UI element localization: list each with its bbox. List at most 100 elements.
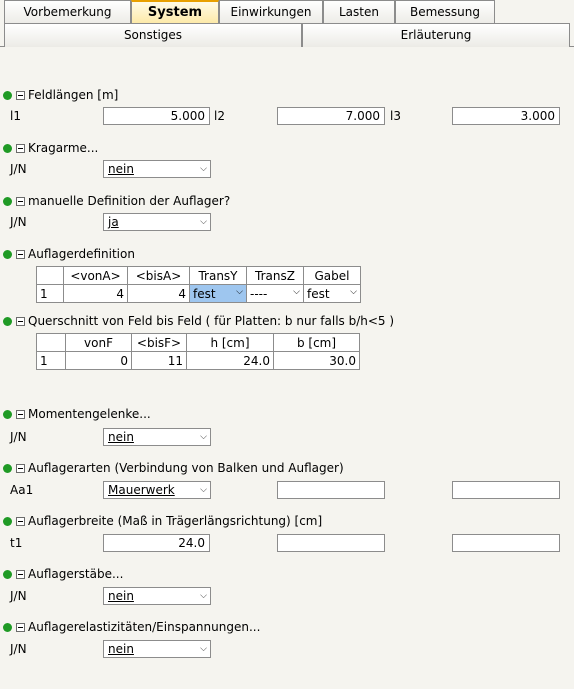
bisf-cell[interactable]: 11 [131,351,187,370]
col-bisf[interactable]: <bisF> [131,333,187,352]
kragarme-jn-label: J/N [10,162,27,176]
l1-label: l1 [10,109,21,123]
b-cell[interactable]: 30.0 [273,351,360,370]
chevron-down-icon[interactable]: ⌵ [200,641,207,657]
green-dot-icon [3,197,12,206]
h-cell[interactable]: 24.0 [186,351,274,370]
momentengelenke-value: nein [108,430,134,444]
col-gabel[interactable]: Gabel [303,266,361,285]
aa3-field[interactable] [452,481,560,499]
querschnitt-table: vonF <bisF> h [cm] b [cm] 1 0 11 24.0 30… [36,333,360,370]
group-title: Auflagerdefinition [28,247,135,261]
aa1-label: Aa1 [10,483,34,497]
green-dot-icon [3,144,12,153]
l2-label: l2 [214,109,225,123]
chevron-down-icon[interactable]: ⌵ [200,161,207,177]
kragarme-value: nein [108,162,134,176]
vonf-cell[interactable]: 0 [65,351,132,370]
auflagerarten-value: Mauerwerk [108,483,175,497]
vona-cell[interactable]: 4 [63,284,128,303]
chevron-down-icon[interactable]: ⌵ [293,287,300,297]
collapse-icon[interactable] [16,517,25,526]
tab-bar-primary: Vorbemerkung System Einwirkungen Lasten … [0,0,574,24]
chevron-down-icon[interactable]: ⌵ [200,588,207,604]
transz-cell[interactable]: ---- ⌵ [246,284,304,303]
bisa-cell[interactable]: 4 [127,284,190,303]
green-dot-icon [3,410,12,419]
auflagerelast-value: nein [108,642,134,656]
chevron-down-icon[interactable]: ⌵ [350,287,357,297]
auflagerstaebe-jn-label: J/N [10,589,27,603]
collapse-icon[interactable] [16,144,25,153]
tab-einwirkungen[interactable]: Einwirkungen [219,0,323,24]
t1-field[interactable]: 24.0 [103,534,210,552]
group-title: Auflagerelastizitäten/Einspannungen... [28,620,261,634]
green-dot-icon [3,517,12,526]
green-dot-icon [3,464,12,473]
manuelle-select[interactable]: ja ⌵ [103,213,211,231]
auflagerelast-select[interactable]: nein ⌵ [103,640,211,658]
col-bisa[interactable]: <bisA> [127,266,190,285]
green-dot-icon [3,317,12,326]
group-title: Auflagerstäbe... [28,567,124,581]
kragarme-select[interactable]: nein ⌵ [103,160,211,178]
group-title: Querschnitt von Feld bis Feld ( für Plat… [28,314,395,328]
auflagerarten-select[interactable]: Mauerwerk ⌵ [103,481,211,499]
l1-field[interactable]: 5.000 [103,107,210,125]
chevron-down-icon[interactable]: ⌵ [236,287,243,297]
collapse-icon[interactable] [16,91,25,100]
momentengelenke-select[interactable]: nein ⌵ [103,428,211,446]
collapse-icon[interactable] [16,623,25,632]
transy-cell[interactable]: fest ⌵ [189,284,247,303]
chevron-down-icon[interactable]: ⌵ [200,482,207,498]
group-title: Feldlängen [m] [28,88,119,102]
tab-bar-secondary: Sonstiges Erläuterung [0,23,574,47]
t1-label: t1 [10,536,23,550]
green-dot-icon [3,623,12,632]
collapse-icon[interactable] [16,464,25,473]
group-title: manuelle Definition der Auflager? [28,194,231,208]
auflagerstaebe-select[interactable]: nein ⌵ [103,587,211,605]
gabel-value: fest [307,286,330,301]
col-h[interactable]: h [cm] [186,333,274,352]
l3-field[interactable]: 3.000 [452,107,560,125]
table-row: 1 4 4 fest ⌵ ---- ⌵ fest ⌵ [36,284,361,303]
green-dot-icon [3,250,12,259]
col-transz[interactable]: TransZ [246,266,304,285]
tab-sonstiges[interactable]: Sonstiges [4,23,302,47]
gabel-cell[interactable]: fest ⌵ [303,284,361,303]
corner-cell [36,266,64,285]
table-header-row: vonF <bisF> h [cm] b [cm] [36,333,360,352]
tab-system[interactable]: System [131,0,219,24]
chevron-down-icon[interactable]: ⌵ [200,214,207,230]
collapse-icon[interactable] [16,317,25,326]
aa2-field[interactable] [277,481,385,499]
chevron-down-icon[interactable]: ⌵ [200,429,207,445]
l3-label: l3 [390,109,401,123]
auflager-table: <vonA> <bisA> TransY TransZ Gabel 1 4 4 … [36,266,361,303]
group-title: Auflagerbreite (Maß in Trägerlängsrichtu… [28,514,323,528]
tab-bemessung[interactable]: Bemessung [395,0,495,24]
t2-field[interactable] [277,534,385,552]
t3-field[interactable] [452,534,560,552]
collapse-icon[interactable] [16,410,25,419]
group-title: Auflagerarten (Verbindung von Balken und… [28,461,344,475]
col-b[interactable]: b [cm] [273,333,360,352]
green-dot-icon [3,91,12,100]
col-transy[interactable]: TransY [189,266,247,285]
row-index: 1 [36,351,66,370]
momentengelenke-jn-label: J/N [10,430,27,444]
l2-field[interactable]: 7.000 [277,107,385,125]
col-vonf[interactable]: vonF [65,333,132,352]
collapse-icon[interactable] [16,250,25,259]
manuelle-jn-label: J/N [10,215,27,229]
row-index: 1 [36,284,64,303]
transy-value: fest [193,286,216,301]
tab-vorbemerkung[interactable]: Vorbemerkung [4,0,131,24]
collapse-icon[interactable] [16,570,25,579]
col-vona[interactable]: <vonA> [63,266,128,285]
tab-erlaeuterung[interactable]: Erläuterung [302,23,570,47]
collapse-icon[interactable] [16,197,25,206]
group-title: Kragarme... [28,141,99,155]
tab-lasten[interactable]: Lasten [323,0,395,24]
